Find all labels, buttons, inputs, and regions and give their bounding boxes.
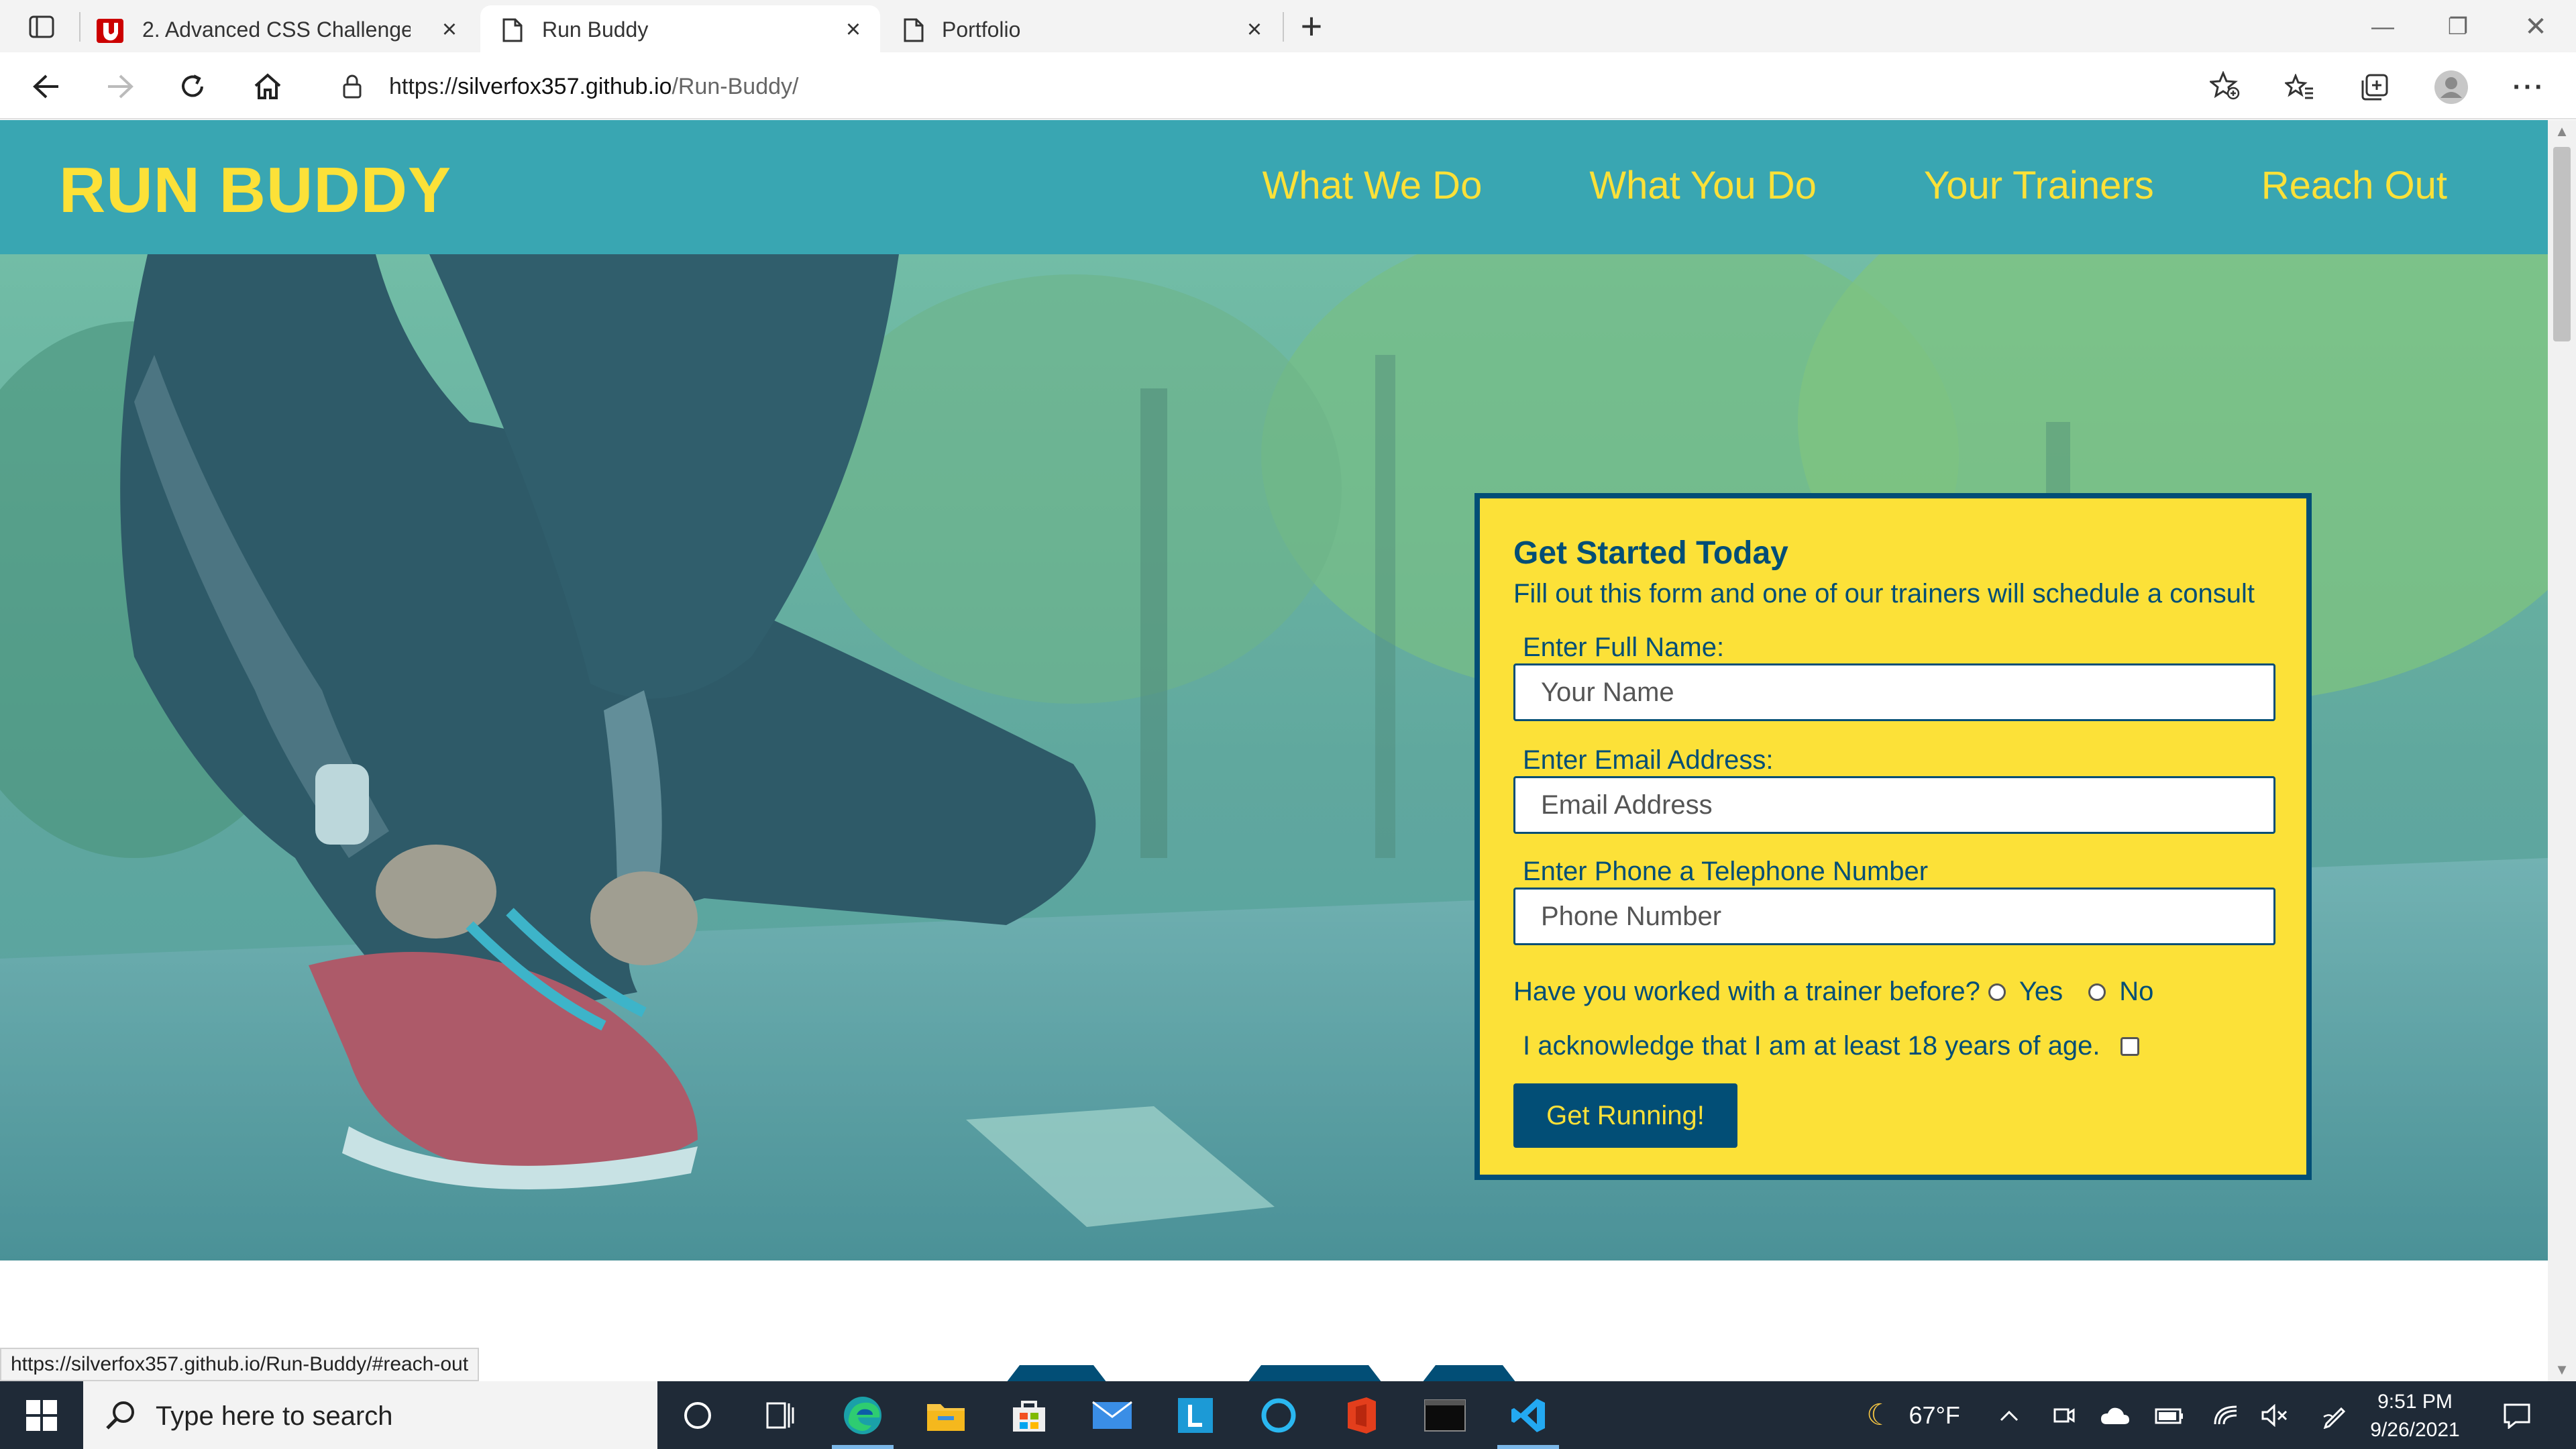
no-label[interactable]: No <box>2119 977 2153 1007</box>
notifications-icon[interactable] <box>2502 1381 2532 1449</box>
no-radio[interactable] <box>2088 983 2106 1001</box>
onedrive-cloud-icon[interactable] <box>2100 1381 2131 1449</box>
age-checkbox[interactable] <box>2120 1036 2139 1056</box>
email-input[interactable] <box>1513 776 2275 834</box>
office-icon[interactable] <box>1320 1381 1403 1449</box>
tab-run-buddy[interactable]: Run Buddy × <box>480 5 880 52</box>
email-label: Enter Email Address: <box>1523 745 1774 775</box>
get-running-button[interactable]: Get Running! <box>1513 1083 1737 1148</box>
phone-input[interactable] <box>1513 888 2275 945</box>
tab-separator <box>1283 12 1284 42</box>
scroll-up-icon[interactable]: ▲ <box>2555 124 2569 139</box>
close-window-icon[interactable]: ✕ <box>2509 8 2563 46</box>
nav-what-we-do[interactable]: What We Do <box>1263 163 1483 208</box>
new-tab-icon[interactable]: + <box>1295 7 1328 45</box>
tab-portfolio[interactable]: Portfolio × <box>883 5 1285 52</box>
status-link-url: https://silverfox357.github.io/Run-Buddy… <box>0 1348 480 1381</box>
clock-date: 9/26/2021 <box>2370 1419 2460 1441</box>
restore-icon[interactable]: ❐ <box>2431 8 2485 46</box>
weather-widget[interactable]: ☾ 67°F <box>1866 1381 1960 1449</box>
favorites-icon[interactable] <box>2281 68 2318 106</box>
scroll-thumb[interactable] <box>2553 147 2571 341</box>
yes-label[interactable]: Yes <box>2019 977 2063 1007</box>
tab-title: Run Buddy <box>542 17 649 42</box>
browser-tab-bar: 2. Advanced CSS Challenge: Prof × Run Bu… <box>0 0 2576 52</box>
url-text[interactable]: https://silverfox357.github.io/Run-Buddy… <box>389 74 798 100</box>
url-scheme: https:// <box>389 74 458 99</box>
lightroom-l-icon[interactable] <box>1154 1381 1237 1449</box>
more-options-icon[interactable]: ··· <box>2510 68 2548 106</box>
tab-css-challenge[interactable]: 2. Advanced CSS Challenge: Prof × <box>80 5 476 52</box>
yes-radio[interactable] <box>1988 983 2006 1001</box>
trainer-question-row: Have you worked with a trainer before? Y… <box>1513 977 2153 1007</box>
back-icon[interactable] <box>27 67 66 106</box>
lock-icon[interactable] <box>342 74 362 103</box>
site-header: RUN BUDDY What We Do What You Do Your Tr… <box>0 120 2548 254</box>
taskbar-clock[interactable]: 9:51 PM 9/26/2021 <box>2355 1388 2475 1444</box>
cortana-icon[interactable] <box>656 1381 739 1449</box>
page-scrollbar[interactable]: ▲ ▼ <box>2548 120 2576 1381</box>
trainer-question-text: Have you worked with a trainer before? <box>1513 977 1980 1006</box>
browser-toolbar: https://silverfox357.github.io/Run-Buddy… <box>0 52 2576 119</box>
site-nav: What We Do What You Do Your Trainers Rea… <box>1263 163 2447 208</box>
nav-what-you-do[interactable]: What You Do <box>1589 163 1817 208</box>
edge-browser-icon[interactable] <box>821 1381 904 1449</box>
terminal-icon[interactable] <box>1403 1381 1487 1449</box>
nav-your-trainers[interactable]: Your Trainers <box>1924 163 2154 208</box>
close-tab-icon[interactable]: × <box>840 17 867 44</box>
form-title: Get Started Today <box>1513 535 1788 571</box>
home-icon[interactable] <box>248 67 287 106</box>
windows-taskbar: Type here to search ☾ 67°F 9:51 PM 9/26/… <box>0 1381 2576 1449</box>
search-icon <box>103 1399 137 1436</box>
forward-icon <box>101 67 140 106</box>
section-heading-cutoff <box>1007 1365 1515 1381</box>
refresh-icon[interactable] <box>173 67 212 106</box>
age-acknowledge-text: I acknowledge that I am at least 18 year… <box>1523 1031 2100 1061</box>
name-label: Enter Full Name: <box>1523 633 1725 662</box>
form-subtitle: Fill out this form and one of our traine… <box>1513 579 2255 608</box>
task-view-icon[interactable] <box>738 1381 821 1449</box>
taskbar-search-box[interactable]: Type here to search <box>83 1381 657 1449</box>
close-tab-icon[interactable]: × <box>436 17 463 44</box>
url-host: silverfox357.github.io <box>458 74 672 99</box>
volume-muted-icon[interactable] <box>2261 1381 2289 1449</box>
scroll-down-icon[interactable]: ▼ <box>2555 1362 2569 1377</box>
battery-icon[interactable] <box>2155 1381 2184 1449</box>
file-explorer-icon[interactable] <box>904 1381 987 1449</box>
wifi-icon[interactable] <box>2212 1381 2239 1449</box>
windows-start-icon[interactable] <box>0 1381 83 1449</box>
tab-title: Portfolio <box>942 17 1021 42</box>
add-favorite-icon[interactable] <box>2208 70 2241 104</box>
search-placeholder: Type here to search <box>156 1401 393 1431</box>
minimize-icon[interactable]: — <box>2356 8 2410 46</box>
page-icon <box>903 17 924 48</box>
microsoft-store-icon[interactable] <box>987 1381 1071 1449</box>
cortana-ring-icon[interactable] <box>1237 1381 1320 1449</box>
mail-icon[interactable] <box>1071 1381 1154 1449</box>
age-acknowledge-row: I acknowledge that I am at least 18 year… <box>1523 1031 2139 1061</box>
page-icon <box>502 17 523 48</box>
tab-actions-icon[interactable] <box>25 13 58 40</box>
show-hidden-icons-icon[interactable] <box>1999 1381 2019 1449</box>
close-tab-icon[interactable]: × <box>1241 17 1268 44</box>
u-logo-icon <box>95 17 125 50</box>
phone-label: Enter Phone a Telephone Number <box>1523 857 1929 886</box>
signup-form-card: Get Started Today Fill out this form and… <box>1474 493 2312 1180</box>
collections-icon[interactable] <box>2356 68 2394 106</box>
url-path: /Run-Buddy/ <box>672 74 799 99</box>
clock-time: 9:51 PM <box>2377 1391 2453 1413</box>
nav-reach-out[interactable]: Reach Out <box>2261 163 2447 208</box>
moon-icon: ☾ <box>1866 1399 1893 1432</box>
vscode-icon[interactable] <box>1487 1381 1570 1449</box>
site-logo[interactable]: RUN BUDDY <box>59 154 451 227</box>
address-bar[interactable]: https://silverfox357.github.io/Run-Buddy… <box>315 62 2261 110</box>
pen-workspace-icon[interactable] <box>2321 1381 2348 1449</box>
weather-temp: 67°F <box>1909 1401 1960 1429</box>
profile-avatar-icon[interactable] <box>2432 68 2470 106</box>
web-page: RUN BUDDY What We Do What You Do Your Tr… <box>0 120 2548 1381</box>
meet-now-icon[interactable] <box>2053 1381 2076 1449</box>
name-input[interactable] <box>1513 663 2275 721</box>
tab-title: 2. Advanced CSS Challenge: Prof <box>142 17 411 42</box>
